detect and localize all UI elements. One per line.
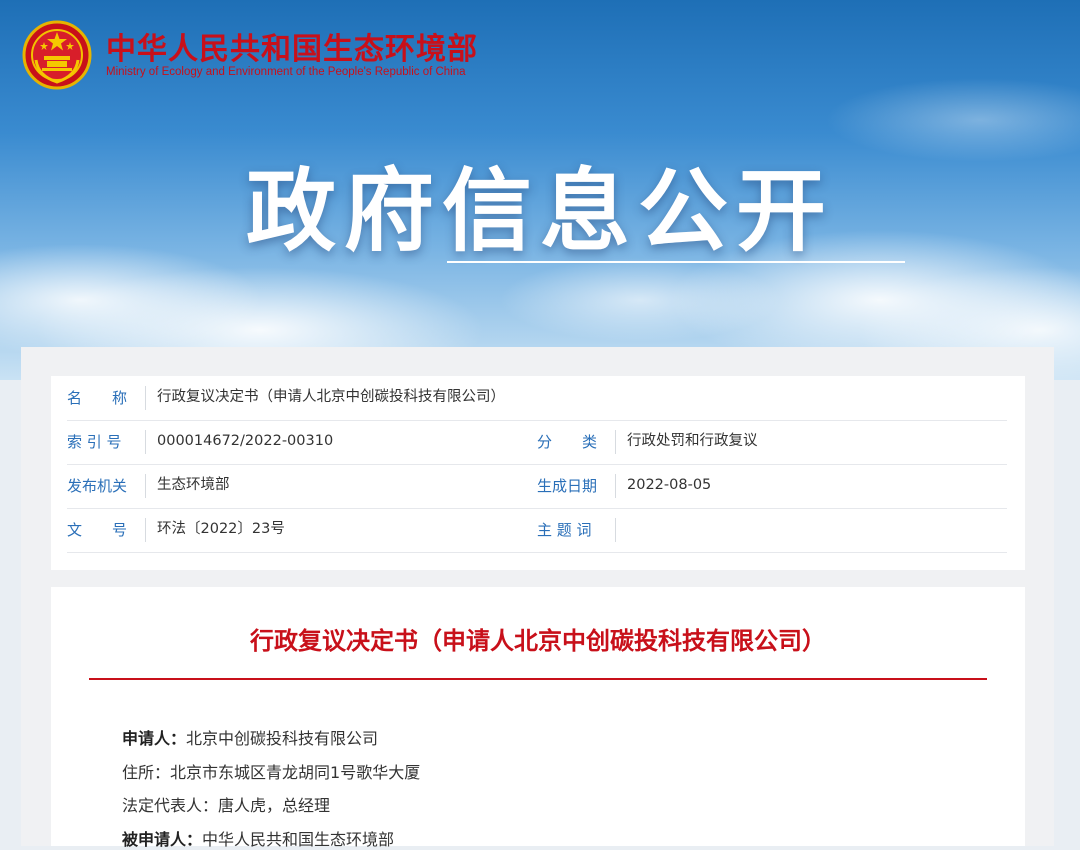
applicant-label: 申请人：	[122, 729, 187, 748]
index-label: 索 引 号	[67, 433, 122, 451]
issuer-label: 发布机关	[67, 477, 128, 495]
docno-label: 文 号	[67, 521, 128, 539]
docno-value: 环法〔2022〕23号	[157, 521, 285, 537]
category-value: 行政处罚和行政复议	[627, 433, 758, 449]
divider	[615, 474, 616, 498]
address-label: 住所：	[122, 763, 171, 782]
index-value: 000014672/2022-00310	[157, 433, 334, 449]
applicant-line: 申请人：北京中创碳投科技有限公司	[122, 725, 378, 749]
divider	[145, 386, 146, 410]
respondent-value: 中华人民共和国生态环境部	[202, 830, 395, 849]
divider	[615, 430, 616, 454]
respondent-label: 被申请人：	[122, 830, 203, 849]
divider	[145, 518, 146, 542]
date-label: 生成日期	[537, 477, 598, 495]
hero-title: 政府信息公开	[246, 159, 834, 264]
divider	[615, 518, 616, 542]
address-line: 住所：北京市东城区青龙胡同1号歌华大厦	[122, 759, 420, 783]
document-body: 行政复议决定书（申请人北京中创碳投科技有限公司） 申请人：北京中创碳投科技有限公…	[51, 587, 1025, 849]
divider	[145, 430, 146, 454]
ministry-name-en[interactable]: Ministry of Ecology and Environment of t…	[106, 66, 466, 78]
respondent-line: 被申请人：中华人民共和国生态环境部	[122, 826, 394, 850]
name-label: 名 称	[67, 389, 128, 407]
address-value: 北京市东城区青龙胡同1号歌华大厦	[170, 763, 421, 782]
info-row-docno: 文 号 环法〔2022〕23号 主 题 词	[67, 508, 1007, 553]
keywords-label: 主 题 词	[537, 521, 592, 539]
name-value: 行政复议决定书（申请人北京中创碳投科技有限公司）	[157, 389, 505, 405]
legal-rep-line: 法定代表人：唐人虎，总经理	[122, 792, 330, 816]
title-divider	[89, 678, 987, 680]
main-content: 名 称 行政复议决定书（申请人北京中创碳投科技有限公司） 索 引 号 00001…	[21, 347, 1054, 849]
legal-rep-label: 法定代表人：	[122, 796, 219, 815]
ministry-name-cn[interactable]: 中华人民共和国生态环境部	[106, 24, 478, 68]
applicant-value: 北京中创碳投科技有限公司	[186, 729, 379, 748]
document-title: 行政复议决定书（申请人北京中创碳投科技有限公司）	[250, 627, 826, 655]
divider	[145, 474, 146, 498]
hero-underline	[447, 261, 905, 263]
category-label: 分 类	[537, 433, 598, 451]
date-value: 2022-08-05	[627, 477, 712, 493]
document-info-table: 名 称 行政复议决定书（申请人北京中创碳投科技有限公司） 索 引 号 00001…	[51, 376, 1025, 570]
header-banner: 中华人民共和国生态环境部 Ministry of Ecology and Env…	[0, 0, 1080, 380]
legal-rep-value: 唐人虎，总经理	[218, 796, 331, 815]
national-emblem-icon[interactable]	[22, 20, 92, 90]
issuer-value: 生态环境部	[157, 477, 230, 493]
info-row-name: 名 称 行政复议决定书（申请人北京中创碳投科技有限公司）	[67, 376, 1007, 421]
info-row-index: 索 引 号 000014672/2022-00310 分 类 行政处罚和行政复议	[67, 420, 1007, 465]
info-row-issuer: 发布机关 生态环境部 生成日期 2022-08-05	[67, 464, 1007, 509]
